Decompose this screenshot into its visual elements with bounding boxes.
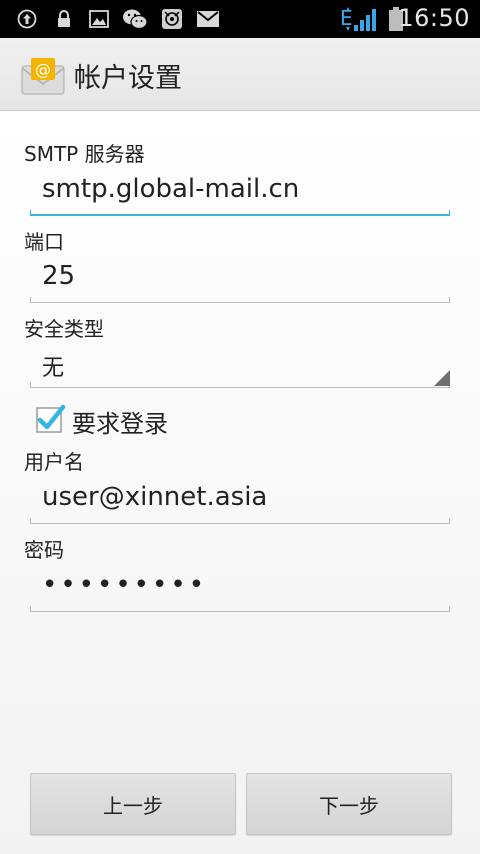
wechat-icon <box>122 8 148 30</box>
security-type-underline <box>30 382 450 388</box>
email-app-icon[interactable]: @ <box>20 56 66 96</box>
svg-text:@: @ <box>35 60 51 79</box>
username-label: 用户名 <box>24 450 84 474</box>
password-underline <box>30 606 450 612</box>
upload-icon <box>16 8 38 30</box>
password-input[interactable]: ••••••••• <box>30 562 450 612</box>
port-input[interactable]: 25 <box>30 253 450 303</box>
smtp-server-value: smtp.global-mail.cn <box>42 174 300 204</box>
status-time: 16:50 <box>398 4 470 32</box>
action-bar: @ 帐户设置 <box>0 38 480 111</box>
lock-icon <box>54 8 74 30</box>
mail-icon <box>196 8 220 30</box>
require-login-label[interactable]: 要求登录 <box>72 404 168 439</box>
page-title: 帐户设置 <box>74 63 182 94</box>
port-value: 25 <box>42 261 76 291</box>
status-bar: E 16:50 <box>0 0 480 38</box>
password-value: ••••••••• <box>42 570 208 600</box>
next-button[interactable]: 下一步 <box>246 773 452 835</box>
previous-button[interactable]: 上一步 <box>30 773 236 835</box>
smtp-server-underline <box>30 210 450 216</box>
password-label: 密码 <box>24 538 64 562</box>
image-icon <box>88 8 110 30</box>
security-type-value: 无 <box>42 356 65 381</box>
signal-icon: E <box>340 6 384 31</box>
port-label: 端口 <box>24 230 64 254</box>
username-value: user@xinnet.asia <box>42 482 268 512</box>
app-icon <box>160 8 184 30</box>
security-type-spinner[interactable]: 无 <box>30 338 450 388</box>
username-underline <box>30 518 450 524</box>
port-underline <box>30 297 450 303</box>
username-input[interactable]: user@xinnet.asia <box>30 474 450 524</box>
smtp-server-input[interactable]: smtp.global-mail.cn <box>30 166 450 216</box>
require-login-checkbox[interactable] <box>34 403 66 433</box>
dropdown-arrow-icon <box>434 370 450 386</box>
network-type-label: E <box>340 6 353 30</box>
smtp-server-label: SMTP 服务器 <box>24 142 145 166</box>
